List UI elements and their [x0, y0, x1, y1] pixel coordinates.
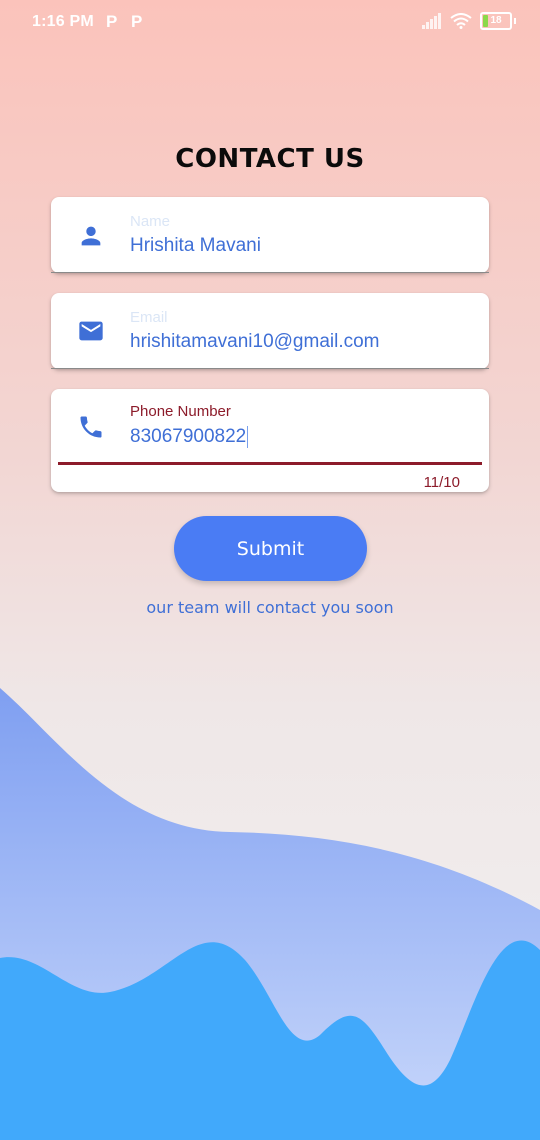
signal-icon: [422, 13, 441, 29]
phone-field[interactable]: Phone Number 83067900822 11/10: [51, 389, 489, 492]
status-time: 1:16 PM: [32, 13, 94, 30]
notification-p-icon: P: [106, 12, 118, 31]
status-bar: 1:16 PM P P 18: [0, 0, 540, 46]
person-icon: [81, 226, 101, 246]
name-underline: [51, 272, 489, 273]
battery-icon: 18: [480, 12, 512, 30]
name-field[interactable]: Name Hrishita Mavani: [51, 197, 489, 273]
status-icons: 18: [422, 12, 516, 30]
contact-hint-text: our team will contact you soon: [146, 598, 394, 617]
battery-level: 18: [490, 15, 502, 26]
battery-fill: [483, 15, 488, 27]
email-icon: [79, 321, 103, 341]
email-value[interactable]: hrishitamavani10@gmail.com: [130, 331, 380, 353]
page-title: CONTACT US: [175, 144, 365, 174]
phone-underline-error: [58, 462, 482, 465]
name-value[interactable]: Hrishita Mavani: [130, 235, 261, 257]
notification-p-icon: P: [131, 12, 143, 31]
submit-button[interactable]: Submit: [174, 516, 367, 581]
phone-label: Phone Number: [130, 403, 231, 420]
battery-cap: [514, 18, 516, 24]
text-cursor: [247, 426, 249, 448]
email-underline: [51, 368, 489, 369]
phone-char-counter: 11/10: [423, 474, 460, 491]
wave-background: [0, 688, 540, 1140]
phone-icon: [80, 416, 102, 438]
phone-value[interactable]: 83067900822: [130, 426, 249, 448]
email-label: Email: [130, 309, 168, 326]
email-field[interactable]: Email hrishitamavani10@gmail.com: [51, 293, 489, 369]
wifi-icon: [450, 13, 472, 29]
phone-value-text: 83067900822: [130, 426, 247, 448]
name-label: Name: [130, 213, 171, 230]
